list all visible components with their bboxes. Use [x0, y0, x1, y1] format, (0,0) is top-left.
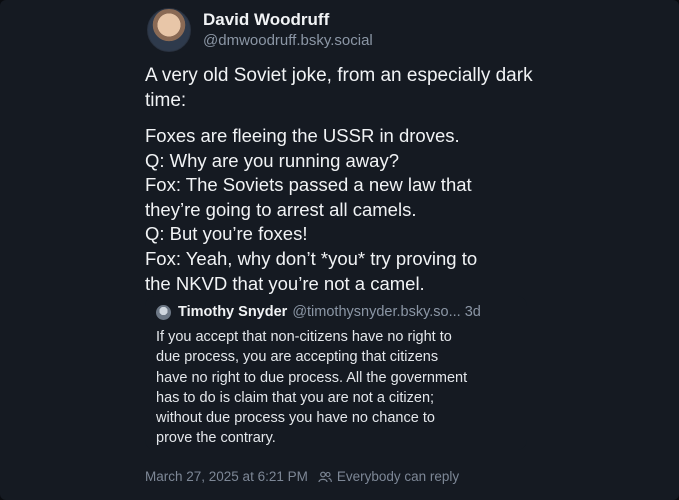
- post-intro: A very old Soviet joke, from an especial…: [145, 65, 538, 111]
- joke-line: Fox: Yeah, why don’t *you* try proving t…: [145, 247, 478, 269]
- joke-line: they’re going to arrest all camels.: [145, 198, 417, 220]
- joke-line: Fox: The Soviets passed a new law that: [145, 174, 472, 196]
- author-name[interactable]: David Woodruff: [203, 9, 373, 31]
- author-names: David Woodruff @dmwoodruff.bsky.social: [203, 9, 373, 51]
- quote-line: prove the contrary.: [156, 430, 276, 447]
- post-timestamp[interactable]: March 27, 2025 at 6:21 PM: [145, 469, 308, 484]
- joke-line: Q: But you’re foxes!: [145, 223, 308, 245]
- post-joke: Foxes are fleeing the USSR in droves. Q:…: [145, 124, 575, 296]
- quote-author-name: Timothy Snyder: [178, 304, 288, 320]
- quote-line: have no right to due process. All the go…: [156, 369, 468, 386]
- quote-line: has to do is claim that you are not a ci…: [156, 389, 435, 406]
- quoted-post[interactable]: Timothy Snyder @timothysnyder.bsky.so...…: [145, 296, 527, 450]
- reply-setting: Everybody can reply: [336, 469, 460, 484]
- avatar[interactable]: [147, 8, 191, 52]
- joke-line: Q: Why are you running away?: [145, 149, 399, 171]
- people-icon: [318, 471, 332, 482]
- post-header: David Woodruff @dmwoodruff.bsky.social: [147, 8, 373, 52]
- quote-line: without due process you have no chance t…: [156, 410, 435, 427]
- joke-line: Foxes are fleeing the USSR in droves.: [145, 125, 460, 146]
- quote-header: Timothy Snyder @timothysnyder.bsky.so...…: [156, 304, 481, 320]
- quote-handle-time: @timothysnyder.bsky.so... 3d: [292, 304, 481, 320]
- post-footer: March 27, 2025 at 6:21 PM Everybody can …: [145, 469, 459, 484]
- quote-line: due process, you are accepting that citi…: [156, 349, 439, 366]
- post-card: David Woodruff @dmwoodruff.bsky.social A…: [0, 0, 679, 500]
- quote-avatar: [156, 304, 171, 320]
- quote-line: If you accept that non-citizens have no …: [156, 329, 452, 345]
- author-handle[interactable]: @dmwoodruff.bsky.social: [203, 31, 373, 51]
- joke-line: the NKVD that you’re not a camel.: [145, 272, 425, 294]
- quote-text: If you accept that non-citizens have no …: [156, 327, 526, 449]
